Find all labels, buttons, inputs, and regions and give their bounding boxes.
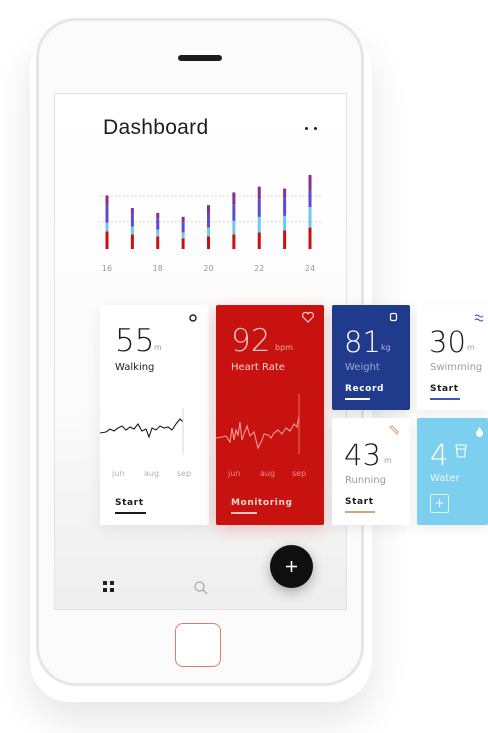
heart-month-3: sep <box>292 469 307 478</box>
home-button[interactable] <box>175 623 221 667</box>
heart-rate-card[interactable]: 92 bpm Heart Rate jun aug sep Monitoring <box>216 305 324 525</box>
bar-16-segment-2 <box>105 222 109 232</box>
activity-chart: 16 18 20 22 24 <box>99 174 323 273</box>
running-underline <box>345 511 375 513</box>
bar-24-segment-1 <box>308 227 312 249</box>
search-icon[interactable] <box>193 580 209 596</box>
running-value: 43 <box>344 438 381 472</box>
walking-start-button[interactable]: Start <box>115 498 144 508</box>
bar-23-segment-4 <box>283 188 287 199</box>
bar-21-segment-2 <box>232 220 236 235</box>
bar-19-segment-3 <box>181 222 185 233</box>
bar-21-segment-3 <box>232 204 236 221</box>
heart-rate-unit: bpm <box>275 343 293 352</box>
walking-month-3: sep <box>177 469 192 478</box>
x-tick-label: 22 <box>254 264 264 273</box>
plus-icon <box>286 561 297 572</box>
swimming-label: Swimming <box>430 362 483 373</box>
x-tick-label: 24 <box>305 264 315 273</box>
heart-underline <box>231 512 257 514</box>
heart-monitoring-button[interactable]: Monitoring <box>231 498 293 508</box>
swimming-start-button[interactable]: Start <box>430 384 459 394</box>
bar-21-segment-4 <box>232 192 236 205</box>
bar-20-segment-4 <box>207 205 210 214</box>
bar-17-segment-4 <box>130 208 134 213</box>
bar-18-segment-2 <box>156 229 160 237</box>
running-card[interactable]: 43 m Running Start <box>332 418 410 525</box>
swimming-value: 30 <box>429 325 466 359</box>
scale-icon <box>389 312 398 322</box>
weight-value: 81 <box>344 325 381 359</box>
water-value: 4 <box>430 438 449 472</box>
bar-23-segment-2 <box>283 215 287 231</box>
walking-month-1: jun <box>112 469 125 478</box>
bar-22-segment-1 <box>257 232 261 249</box>
bar-17-segment-1 <box>130 234 134 249</box>
bar-17-segment-3 <box>130 212 134 227</box>
walking-unit: m <box>154 343 162 352</box>
bar-24-segment-4 <box>308 174 312 190</box>
weight-underline <box>345 398 370 400</box>
bar-18-segment-4 <box>156 212 160 219</box>
bar-16-segment-3 <box>105 205 109 223</box>
bar-22-segment-3 <box>257 199 261 217</box>
water-card[interactable]: 4 Water + <box>417 418 488 525</box>
grid-icon[interactable] <box>103 581 115 593</box>
bar-22-segment-4 <box>257 186 261 200</box>
x-tick-label: 20 <box>203 264 213 273</box>
drop-icon <box>476 427 483 437</box>
bar-16-segment-4 <box>105 195 109 206</box>
bar-18-segment-3 <box>156 218 160 230</box>
x-tick-label: 18 <box>153 264 163 273</box>
circle-icon <box>189 314 197 322</box>
bar-22-segment-2 <box>257 216 261 233</box>
bar-24-segment-2 <box>308 207 312 228</box>
bar-23-segment-1 <box>283 230 287 249</box>
weight-record-button[interactable]: Record <box>345 384 384 394</box>
bar-19-segment-4 <box>181 216 185 223</box>
bar-17-segment-2 <box>130 226 134 235</box>
walking-label: Walking <box>115 362 155 373</box>
weight-label: Weight <box>345 362 380 373</box>
bar-20-segment-1 <box>207 236 210 249</box>
bar-19-segment-2 <box>181 232 185 239</box>
waves-icon <box>474 314 484 322</box>
walking-value: 55 <box>115 323 155 359</box>
bar-23-segment-3 <box>283 198 287 216</box>
bar-24-segment-3 <box>308 189 312 208</box>
heart-icon <box>301 311 315 323</box>
walking-underline <box>115 512 146 514</box>
page-title: Dashboard <box>103 116 209 139</box>
heart-month-1: jun <box>228 469 241 478</box>
bar-19-segment-1 <box>181 238 185 249</box>
water-label: Water <box>430 473 460 484</box>
swimming-unit: m <box>467 343 475 352</box>
phone-speaker <box>178 55 222 61</box>
bar-20-segment-2 <box>207 227 210 237</box>
walking-sparkline <box>100 408 184 455</box>
bar-16-segment-1 <box>105 231 109 249</box>
swimming-card[interactable]: 30 m Swimming Start <box>417 305 488 410</box>
x-tick-label: 16 <box>102 264 112 273</box>
water-add-button[interactable]: + <box>430 494 449 513</box>
heart-month-2: aug <box>260 469 276 478</box>
bar-21-segment-1 <box>232 234 236 249</box>
weight-card[interactable]: 81 kg Weight Record <box>332 305 410 410</box>
shoe-icon <box>389 425 399 435</box>
running-label: Running <box>345 475 386 486</box>
swimming-underline <box>430 398 460 400</box>
walking-card[interactable]: 55 m Walking jun aug sep Start <box>100 305 209 525</box>
glass-icon <box>455 444 467 458</box>
heart-rate-label: Heart Rate <box>231 362 285 373</box>
weight-unit: kg <box>381 343 391 352</box>
walking-month-2: aug <box>144 469 160 478</box>
running-unit: m <box>384 456 392 465</box>
bar-18-segment-1 <box>156 236 160 249</box>
heart-rate-value: 92 <box>231 323 271 359</box>
more-dots-icon[interactable] <box>304 126 320 132</box>
heart-rate-sparkline <box>216 394 300 454</box>
add-fab-button[interactable] <box>270 545 313 588</box>
running-start-button[interactable]: Start <box>345 497 374 507</box>
bar-20-segment-3 <box>207 213 210 228</box>
